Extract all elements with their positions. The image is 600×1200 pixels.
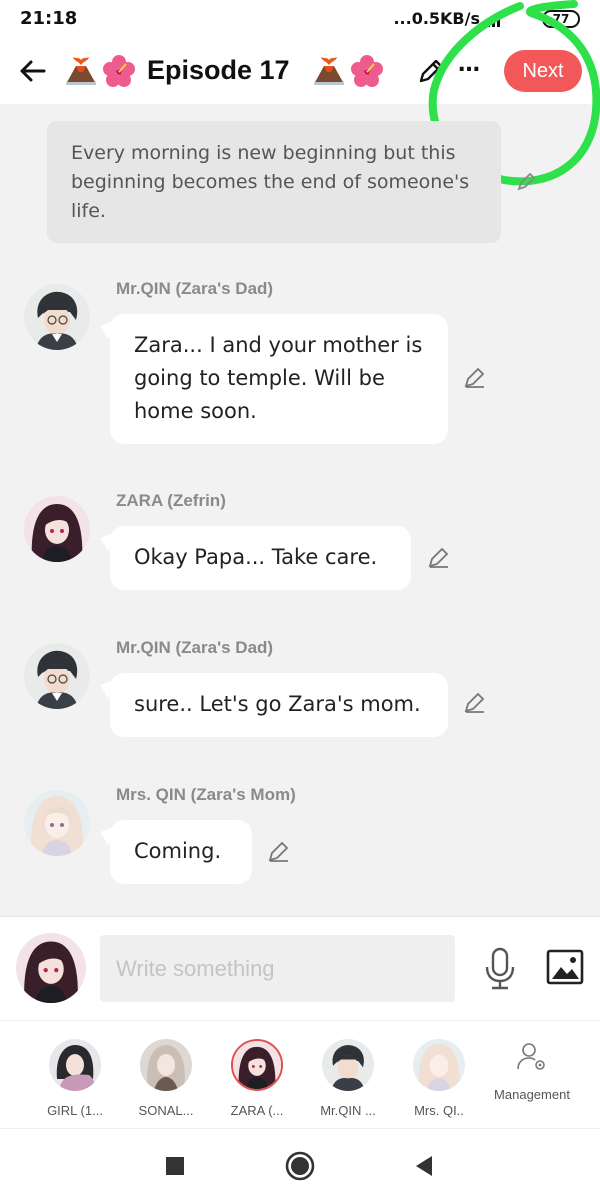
user-settings-icon xyxy=(517,1043,545,1070)
avatar xyxy=(140,1039,192,1091)
edit-title-pencil-icon[interactable] xyxy=(416,56,446,86)
network-speed: ...0.5KB/s xyxy=(393,9,480,28)
edit-message-pencil-icon[interactable] xyxy=(266,838,292,864)
signal-icon xyxy=(482,12,500,27)
avatar-selected xyxy=(231,1039,283,1091)
volcano-icon xyxy=(66,57,96,85)
character-label: Mrs. QI.. xyxy=(414,1103,464,1118)
edit-narration-pencil-icon[interactable] xyxy=(516,170,538,192)
character-item[interactable]: SONAL... xyxy=(121,1039,211,1118)
speaker-name: ZARA (Zefrin) xyxy=(116,491,226,510)
avatar xyxy=(322,1039,374,1091)
avatar xyxy=(49,1039,101,1091)
avatar[interactable] xyxy=(24,284,90,350)
avatar[interactable] xyxy=(24,496,90,562)
volcano-icon xyxy=(314,57,344,85)
character-item[interactable]: Mrs. QI.. xyxy=(394,1039,484,1118)
avatar xyxy=(413,1039,465,1091)
message-bubble[interactable]: sure.. Let's go Zara's mom. xyxy=(110,673,448,737)
speaker-name: Mr.QIN (Zara's Dad) xyxy=(116,279,274,298)
character-label: ZARA (... xyxy=(230,1103,284,1118)
image-icon[interactable] xyxy=(546,949,584,985)
next-button[interactable]: Next xyxy=(504,50,582,92)
character-selector: GIRL (1... SONAL... ZARA (... Mr.QIN ...… xyxy=(0,1020,600,1128)
message-bubble[interactable]: Zara... I and your mother is going to te… xyxy=(110,314,448,444)
hibiscus-icon xyxy=(103,55,135,87)
home-circle-icon[interactable] xyxy=(283,1149,317,1183)
edit-message-pencil-icon[interactable] xyxy=(462,689,488,715)
back-arrow-icon[interactable] xyxy=(16,54,50,88)
message-composer xyxy=(0,916,600,1020)
battery-icon: 77 xyxy=(542,10,580,28)
message-bubble[interactable]: Okay Papa... Take care. xyxy=(110,526,411,590)
status-time: 21:18 xyxy=(20,8,78,29)
edit-message-pencil-icon[interactable] xyxy=(426,544,452,570)
more-options-icon[interactable]: … xyxy=(458,52,481,77)
character-item[interactable]: Mr.QIN ... xyxy=(303,1039,393,1118)
narration-box[interactable]: Every morning is new beginning but this … xyxy=(47,121,501,243)
speaker-name: Mrs. QIN (Zara's Mom) xyxy=(116,785,296,804)
avatar[interactable] xyxy=(24,790,90,856)
message-bubble[interactable]: Coming. xyxy=(110,820,252,884)
message-input[interactable] xyxy=(100,935,455,1002)
character-item[interactable]: GIRL (1... xyxy=(30,1039,120,1118)
recents-square-icon[interactable] xyxy=(158,1149,192,1183)
management-label: Management xyxy=(494,1087,570,1102)
management-button[interactable]: Management xyxy=(486,1041,578,1102)
microphone-icon[interactable] xyxy=(482,947,518,991)
hibiscus-icon xyxy=(351,55,383,87)
episode-header: Episode 17 … Next xyxy=(0,40,600,104)
speaker-name: Mr.QIN (Zara's Dad) xyxy=(116,638,274,657)
episode-title: Episode 17 xyxy=(147,55,290,85)
current-speaker-avatar[interactable] xyxy=(16,933,86,1003)
character-item[interactable]: ZARA (... xyxy=(212,1039,302,1118)
character-label: GIRL (1... xyxy=(47,1103,103,1118)
status-bar: 21:18 ...0.5KB/s 77 xyxy=(0,0,600,40)
back-triangle-icon[interactable] xyxy=(408,1149,442,1183)
avatar[interactable] xyxy=(24,643,90,709)
edit-message-pencil-icon[interactable] xyxy=(462,364,488,390)
character-label: Mr.QIN ... xyxy=(320,1103,376,1118)
character-label: SONAL... xyxy=(138,1103,194,1118)
system-navigation-bar xyxy=(0,1128,600,1200)
